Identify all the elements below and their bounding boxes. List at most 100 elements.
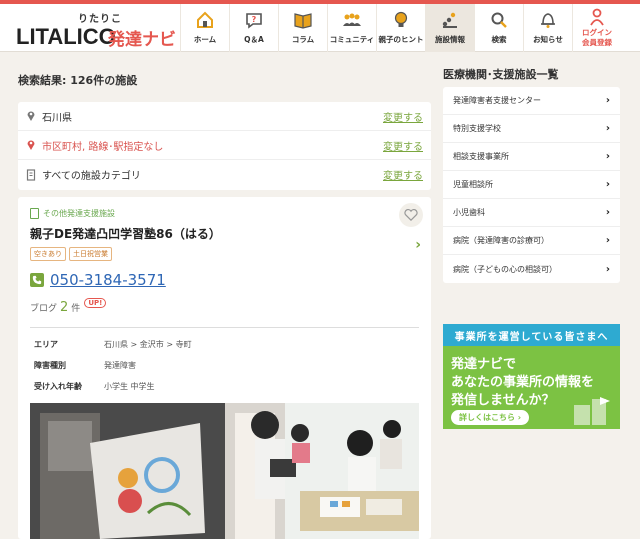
sidebar-item-label: 小児歯科: [453, 208, 485, 217]
nav-facility[interactable]: 施設情報: [425, 4, 474, 52]
sidebar-title: 医療機関･支援施設一覧: [443, 68, 559, 81]
nav-qa[interactable]: ? Q＆A: [229, 4, 278, 52]
facility-card[interactable]: その他発達支援施設 親子DE発達凸凹学習塾86（はる） 空きあり 土日祝営業 ›…: [18, 197, 431, 539]
bell-icon: [541, 13, 555, 28]
site-logo[interactable]: りたりこ LITALICO 発達ナビ: [16, 10, 176, 50]
sidebar-item-pediatric-dentist[interactable]: 小児歯科 ›: [443, 199, 620, 227]
question-bubble-icon: ?: [246, 13, 262, 29]
chevron-right-icon: ›: [605, 207, 610, 218]
info-label-disability: 障害種別: [34, 361, 66, 370]
phone-number[interactable]: 050-3184-3571: [50, 271, 166, 289]
banner-details-button[interactable]: 詳しくはこちら ›: [451, 410, 530, 425]
nav-community[interactable]: コミュニティ: [327, 4, 376, 52]
nav-search[interactable]: 検索: [474, 4, 523, 52]
banner-line-2: あなたの事業所の情報を: [451, 375, 595, 390]
building-icon: [26, 168, 36, 181]
sidebar-item-child-consult[interactable]: 児童相談所 ›: [443, 171, 620, 199]
building-illustration-icon: [574, 397, 610, 425]
chevron-right-icon: ›: [605, 95, 610, 106]
info-value-area: 石川県 > 金沢市 > 寺町: [104, 340, 192, 349]
banner-body: 発達ナビで あなたの事業所の情報を 発信しませんか？ 詳しくはこちら ›: [443, 346, 620, 429]
banner-header: 事業所を運営している皆さまへ: [443, 324, 620, 346]
chevron-right-icon[interactable]: ›: [415, 237, 421, 253]
nav-column-label: コラム: [291, 35, 315, 44]
info-value-age: 小学生 中学生: [104, 382, 155, 391]
info-row-disability: 障害種別 発達障害: [30, 360, 192, 381]
sidebar-item-consult-office[interactable]: 相談支援事業所 ›: [443, 143, 620, 171]
people-icon: [343, 13, 361, 26]
lightbulb-icon: [394, 11, 408, 27]
nav-news-label: お知らせ: [533, 35, 563, 44]
filter-row-category[interactable]: すべての施設カテゴリ 変更する: [18, 160, 431, 189]
chevron-right-icon: ›: [605, 235, 610, 246]
nav-home-label: ホーム: [193, 35, 217, 44]
change-category-link[interactable]: 変更する: [383, 167, 423, 182]
banner-line-1: 発達ナビで: [451, 357, 517, 372]
change-prefecture-link[interactable]: 変更する: [383, 109, 423, 124]
card-divider: [30, 327, 419, 328]
login-label: ログイン: [582, 28, 612, 37]
map-pin-icon: [26, 110, 36, 122]
sidebar-item-hospital-child-mind[interactable]: 病院（子どもの心の相談可） ›: [443, 255, 620, 283]
logo-subtitle: りたりこ: [78, 14, 122, 25]
logo-wordmark: LITALICO: [16, 24, 116, 49]
favorite-button[interactable]: [399, 203, 423, 227]
blog-count-value: 2: [60, 300, 69, 315]
svg-text:?: ?: [252, 15, 257, 24]
nav-column[interactable]: コラム: [278, 4, 327, 52]
chevron-right-icon: ›: [605, 123, 610, 134]
blog-up-badge: UP!: [84, 298, 107, 308]
filter-city-text: 市区町村, 路線･駅指定なし: [42, 141, 164, 153]
facility-tags: 空きあり 土日祝営業: [30, 247, 112, 261]
info-row-age: 受け入れ年齢 小学生 中学生: [30, 381, 192, 402]
tag-vacancy: 空きあり: [30, 247, 66, 261]
nav-home[interactable]: ホーム: [180, 4, 229, 52]
change-city-link[interactable]: 変更する: [383, 138, 423, 153]
facility-info: エリア 石川県 > 金沢市 > 寺町 障害種別 発達障害 受け入れ年齢 小学生 …: [30, 339, 192, 402]
sidebar-item-label: 発達障害者支援センター: [453, 96, 541, 105]
sidebar-item-label: 病院（発達障害の診療可）: [453, 236, 549, 245]
facility-category-label: その他発達支援施設: [43, 209, 115, 218]
logo-product-name: 発達ナビ: [108, 30, 176, 50]
banner-line-3: 発信しませんか？: [451, 393, 555, 408]
building-icon: [30, 208, 39, 219]
info-label-age: 受け入れ年齢: [34, 382, 82, 391]
sidebar-item-hospital-dev[interactable]: 病院（発達障害の診療可） ›: [443, 227, 620, 255]
facility-name[interactable]: 親子DE発達凸凹学習塾86（はる）: [30, 225, 221, 242]
chevron-right-icon: ›: [605, 151, 610, 162]
register-label: 会員登録: [582, 38, 612, 47]
search-result-title: 検索結果: 126件の施設: [18, 74, 138, 87]
user-icon: [590, 8, 604, 26]
phone-link[interactable]: 050-3184-3571: [30, 271, 166, 289]
nav-search-label: 検索: [491, 35, 507, 44]
filter-category-text: すべての施設カテゴリ: [42, 171, 141, 182]
chevron-right-icon: ›: [605, 263, 610, 275]
facility-icon: [442, 12, 457, 28]
sidebar-item-label: 児童相談所: [453, 180, 493, 189]
main-nav: ホーム ? Q＆A コラム コミュニティ 親子のヒント 施設情報 検索 お知らせ: [180, 4, 621, 52]
sidebar-item-label: 病院（子どもの心の相談可）: [453, 264, 557, 274]
operator-banner[interactable]: 事業所を運営している皆さまへ 発達ナビで あなたの事業所の情報を 発信しませんか…: [443, 324, 620, 429]
nav-community-label: コミュニティ: [329, 35, 375, 44]
site-header: りたりこ LITALICO 発達ナビ ホーム ? Q＆A コラム コミュニティ …: [0, 0, 640, 52]
nav-hints[interactable]: 親子のヒント: [376, 4, 425, 52]
login-register-button[interactable]: ログイン 会員登録: [572, 4, 621, 52]
sidebar-list: 発達障害者支援センター › 特別支援学校 › 相談支援事業所 › 児童相談所 › 小児歯…: [443, 87, 620, 283]
filter-row-city[interactable]: 市区町村, 路線･駅指定なし 変更する: [18, 131, 431, 160]
sidebar-item-dev-support-center[interactable]: 発達障害者支援センター ›: [443, 87, 620, 115]
filter-row-prefecture[interactable]: 石川県 変更する: [18, 102, 431, 131]
facility-photo-image: [30, 403, 419, 539]
heart-icon: [404, 209, 418, 221]
blog-label: ブログ: [30, 304, 58, 314]
phone-icon: [30, 273, 44, 287]
book-icon: [294, 13, 312, 29]
nav-news[interactable]: お知らせ: [523, 4, 572, 52]
tag-weekend: 土日祝営業: [69, 247, 112, 261]
blog-count[interactable]: ブログ 2 件 UP!: [30, 298, 107, 315]
nav-hints-label: 親子のヒント: [378, 35, 424, 44]
facility-photo[interactable]: [30, 403, 419, 539]
info-value-disability: 発達障害: [104, 361, 136, 370]
sidebar-item-special-school[interactable]: 特別支援学校 ›: [443, 115, 620, 143]
search-icon: [491, 12, 507, 28]
facility-category: その他発達支援施設: [30, 208, 115, 219]
